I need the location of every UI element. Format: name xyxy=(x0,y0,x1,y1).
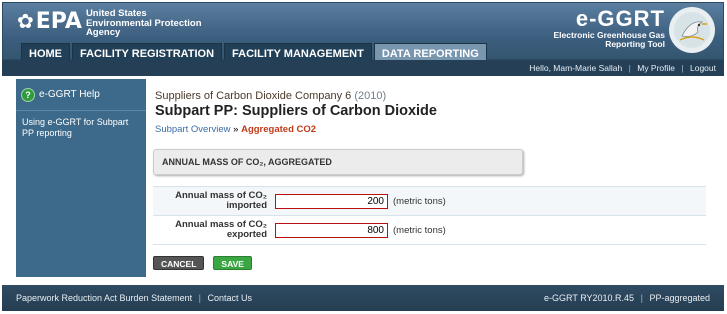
divider: | xyxy=(628,63,631,73)
breadcrumb-current: Aggregated CO2 xyxy=(241,124,317,135)
footer: Paperwork Reduction Act Burden Statement… xyxy=(2,285,724,311)
user-greeting: Hello, Mam-Marie Sallah xyxy=(529,63,623,73)
paperwork-link[interactable]: Paperwork Reduction Act Burden Statement xyxy=(16,293,192,303)
bird-logo-icon xyxy=(669,7,715,53)
company-heading: Suppliers of Carbon Dioxide Company 6 (2… xyxy=(155,90,386,102)
app-logo-sub-2: Reporting Tool xyxy=(605,39,665,49)
sidebar-help-link[interactable]: Using e-GGRT for Subpart PP reporting xyxy=(16,111,146,139)
footer-right: e-GGRT RY2010.R.45 | PP-aggregated xyxy=(544,285,710,311)
exported-label: Annual mass of CO₂ exported xyxy=(175,219,267,240)
breadcrumb-subpart-overview[interactable]: Subpart Overview xyxy=(155,124,231,135)
form-buttons: CANCEL SAVE xyxy=(153,256,252,270)
imported-unit: (metric tons) xyxy=(393,195,446,207)
imported-mass-input[interactable] xyxy=(275,193,388,209)
agency-line-3: Agency xyxy=(85,27,121,38)
logout-link[interactable]: Logout xyxy=(688,63,718,73)
epa-logo[interactable]: ✿ EPA United States Environmental Protec… xyxy=(17,9,202,38)
co2-form: Annual mass of CO₂ imported (metric tons… xyxy=(153,186,706,245)
divider: | xyxy=(640,293,643,303)
footer-left: Paperwork Reduction Act Burden Statement… xyxy=(16,285,252,311)
company-name: Suppliers of Carbon Dioxide Company 6 xyxy=(155,90,352,102)
main-content: Suppliers of Carbon Dioxide Company 6 (2… xyxy=(146,79,714,277)
section-header: ANNUAL MASS OF CO₂, AGGREGATED xyxy=(153,149,523,175)
exported-mass-input[interactable] xyxy=(275,222,388,238)
header-banner: ✿ EPA United States Environmental Protec… xyxy=(2,2,724,63)
divider: | xyxy=(681,63,684,73)
help-link[interactable]: ? e-GGRT Help xyxy=(16,79,146,111)
form-row-imported: Annual mass of CO₂ imported (metric tons… xyxy=(153,187,706,216)
imported-label: Annual mass of CO₂ imported xyxy=(175,190,267,211)
page-id-text: PP-aggregated xyxy=(649,293,710,303)
my-profile-link[interactable]: My Profile xyxy=(635,63,677,73)
help-label: e-GGRT Help xyxy=(39,89,100,100)
save-button[interactable]: SAVE xyxy=(213,256,252,270)
version-text: e-GGRT RY2010.R.45 xyxy=(544,293,635,303)
form-row-exported: Annual mass of CO₂ exported (metric tons… xyxy=(153,216,706,245)
page-title: Subpart PP: Suppliers of Carbon Dioxide xyxy=(155,103,437,119)
reporting-year: (2010) xyxy=(354,90,387,102)
epa-flower-icon: ✿ xyxy=(17,11,34,33)
breadcrumb: Subpart Overview » Aggregated CO2 xyxy=(155,124,316,135)
epa-logo-text: EPA xyxy=(35,9,82,34)
app-window: ✿ EPA United States Environmental Protec… xyxy=(0,0,727,314)
cancel-button[interactable]: CANCEL xyxy=(153,256,205,270)
contact-link[interactable]: Contact Us xyxy=(207,293,252,303)
exported-unit: (metric tons) xyxy=(393,224,446,236)
app-logo-title: e-GGRT xyxy=(575,6,665,31)
user-bar: Hello, Mam-Marie Sallah | My Profile | L… xyxy=(2,60,724,76)
sidebar: ? e-GGRT Help Using e-GGRT for Subpart P… xyxy=(16,79,146,277)
divider: | xyxy=(198,293,201,303)
eggrt-logo: e-GGRT Electronic Greenhouse Gas Reporti… xyxy=(554,7,715,53)
help-icon: ? xyxy=(21,87,35,102)
agency-name: United States Environmental Protection A… xyxy=(86,9,202,38)
breadcrumb-separator: » xyxy=(233,124,239,135)
